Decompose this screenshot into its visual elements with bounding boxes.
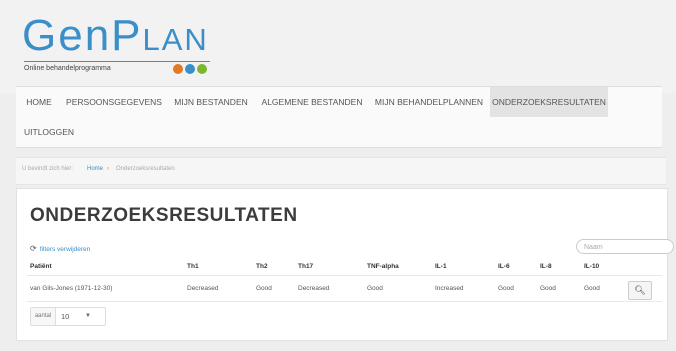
cell-il-10: Good — [584, 285, 600, 292]
page-size-value: 10 — [61, 312, 70, 321]
column-header-il-10[interactable]: IL-10 — [584, 263, 599, 270]
view-details-button[interactable]: 🔍︎ — [628, 281, 652, 300]
breadcrumb-prefix: U bevindt zich hier: — [22, 166, 74, 172]
column-header-patient[interactable]: Patiënt — [30, 263, 52, 270]
nav-onderzoeksresultaten[interactable]: ONDERZOEKSRESULTATEN — [490, 87, 608, 117]
refresh-icon: ⟳ — [30, 244, 37, 253]
orange-dot-icon — [173, 64, 183, 74]
nav-uitloggen[interactable]: UITLOGGEN — [24, 117, 74, 147]
breadcrumb-current: Onderzoeksresultaten — [116, 166, 175, 172]
page-title: ONDERZOEKSRESULTATEN — [30, 205, 298, 226]
cell-patient: van Gils-Jones (1971-12-30) — [30, 285, 113, 292]
cell-th2: Good — [256, 285, 272, 292]
column-header-th1[interactable]: Th1 — [187, 263, 199, 270]
logo-tagline: Online behandelprogramma — [24, 65, 111, 72]
cell-th1: Decreased — [187, 285, 219, 292]
page-size-label: aantal — [31, 308, 56, 325]
blue-dot-icon — [185, 64, 195, 74]
search-icon: 🔍︎ — [634, 285, 646, 295]
nav-mijn-bestanden[interactable]: MIJN BESTANDEN — [166, 87, 256, 117]
cell-il-8: Good — [540, 285, 556, 292]
cell-il-6: Good — [498, 285, 514, 292]
page-size-select[interactable]: aantal 10 ▼ — [30, 307, 106, 326]
cell-th17: Decreased — [298, 285, 330, 292]
column-header-th2[interactable]: Th2 — [256, 263, 268, 270]
caret-down-icon: ▼ — [85, 313, 91, 319]
genplan-logo[interactable]: GenPlan Online behandelprogramma — [22, 14, 212, 84]
nav-algemene-bestanden[interactable]: ALGEMENE BESTANDEN — [256, 87, 368, 117]
main-nav: HOME PERSOONSGEGEVENS MIJN BESTANDEN ALG… — [16, 86, 662, 148]
search-input[interactable]: Naam — [576, 239, 674, 254]
breadcrumb-home[interactable]: Home — [87, 166, 103, 172]
breadcrumb-separator-icon: › — [107, 166, 109, 172]
nav-persoonsgegevens[interactable]: PERSOONSGEGEVENS — [62, 87, 166, 117]
logo-prefix: Gen — [22, 11, 112, 60]
column-header-th17[interactable]: Th17 — [298, 263, 313, 270]
cell-il-1: Increased — [435, 285, 464, 292]
nav-home[interactable]: HOME — [16, 87, 62, 117]
column-header-il-8[interactable]: IL-8 — [540, 263, 552, 270]
header-divider — [27, 275, 662, 276]
column-header-il-6[interactable]: IL-6 — [498, 263, 510, 270]
logo-suffix: Plan — [111, 11, 209, 60]
logo-text: GenPlan — [22, 14, 209, 58]
results-panel: ONDERZOEKSRESULTATEN ⟳ filters verwijdere… — [16, 188, 674, 341]
nav-mijn-behandelplannen[interactable]: MIJN BEHANDELPLANNEN — [368, 87, 490, 117]
breadcrumb: U bevindt zich hier: Home › Onderzoeksre… — [16, 157, 666, 185]
cell-tnf-alpha: Good — [367, 285, 383, 292]
column-header-il-1[interactable]: IL-1 — [435, 263, 447, 270]
clear-filters-link[interactable]: ⟳ filters verwijderen — [30, 244, 90, 253]
logo-underline — [24, 61, 210, 62]
row-divider — [27, 301, 662, 302]
green-dot-icon — [197, 64, 207, 74]
clear-filters-label: filters verwijderen — [39, 246, 91, 253]
column-header-tnf-alpha[interactable]: TNF-alpha — [367, 263, 399, 270]
